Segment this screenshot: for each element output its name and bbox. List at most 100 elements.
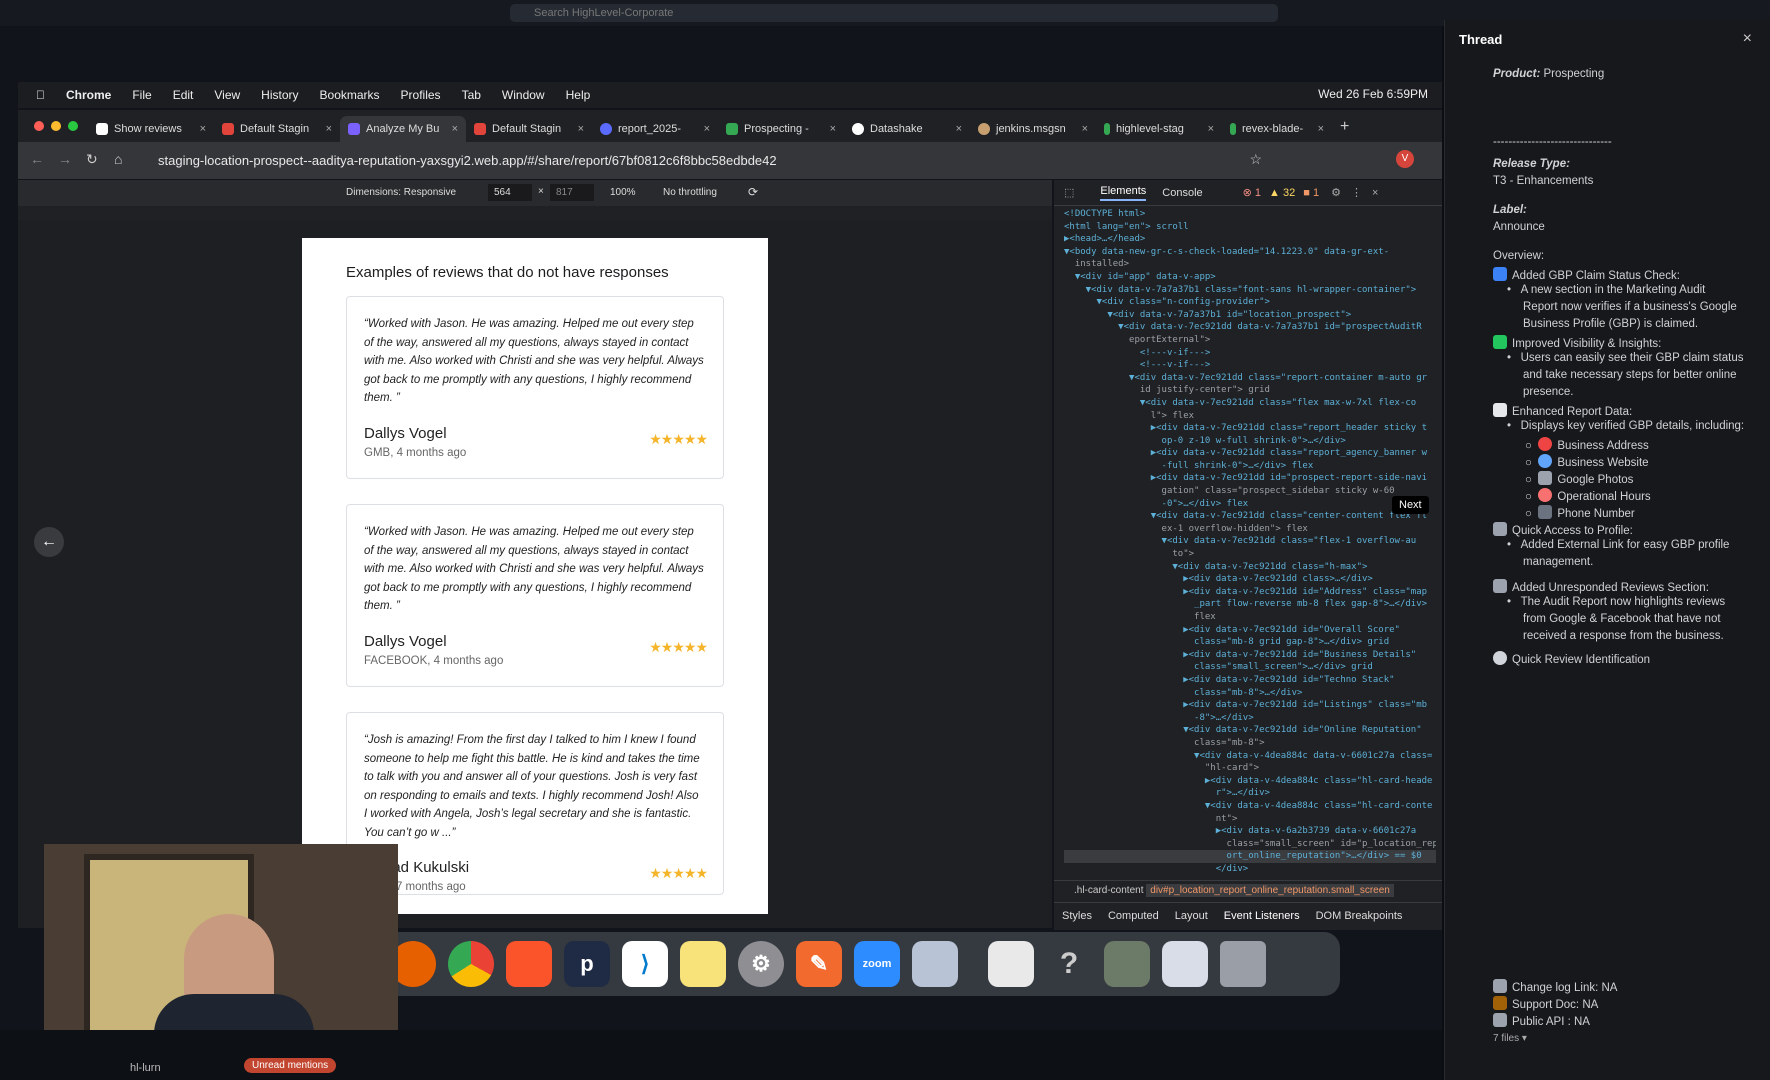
inspect-icon[interactable]: ⬚ xyxy=(1064,186,1074,199)
dom-node-line[interactable]: ▼<div id="app" data-v-app> xyxy=(1064,271,1436,284)
close-icon[interactable]: × xyxy=(452,123,458,135)
dom-node-line[interactable]: ▼<div data-v-7ec921dd data-v-7a7a37b1 id… xyxy=(1064,321,1436,334)
browser-tab[interactable]: revex-blade- × xyxy=(1222,116,1332,142)
bookmark-star-icon[interactable]: ☆ xyxy=(1249,151,1262,168)
dom-node-line[interactable]: ▶<div data-v-7ec921dd id="Listings" clas… xyxy=(1064,699,1436,712)
tab-elements[interactable]: Elements xyxy=(1100,185,1147,201)
dom-node-line[interactable]: ▼<div data-v-7ec921dd class="flex-1 over… xyxy=(1064,535,1436,548)
traffic-lights[interactable] xyxy=(18,110,88,142)
menu-tab[interactable]: Tab xyxy=(462,88,481,102)
dom-node-line[interactable]: ▼<div data-v-7a7a37b1 id="location_prosp… xyxy=(1064,309,1436,322)
profile-avatar[interactable]: V xyxy=(1396,150,1414,168)
dom-node-line[interactable]: ▶<div data-v-7ec921dd id="Business Detai… xyxy=(1064,649,1436,662)
menu-file[interactable]: File xyxy=(132,88,151,102)
dom-node-line[interactable]: r">…</div> xyxy=(1064,787,1436,800)
tab-layout[interactable]: Layout xyxy=(1175,910,1208,922)
dom-node-line[interactable]: </div> xyxy=(1064,863,1436,872)
dom-node-line[interactable]: ▼<div data-v-7ec921dd class="report-cont… xyxy=(1064,372,1436,385)
dom-node-line[interactable]: ▼<body data-new-gr-c-s-check-loaded="14.… xyxy=(1064,246,1436,259)
zoom-select[interactable]: 100% xyxy=(610,187,636,198)
browser-tab[interactable]: Default Stagin × xyxy=(214,116,340,142)
dom-node-line[interactable]: ▼<div data-v-7a7a37b1 class="font-sans h… xyxy=(1064,284,1436,297)
close-icon[interactable]: × xyxy=(956,123,962,135)
browser-tab[interactable]: Default Stagin × xyxy=(466,116,592,142)
close-icon[interactable]: × xyxy=(578,123,584,135)
width-input[interactable]: 564 xyxy=(488,184,532,201)
dom-node-line[interactable]: ▶<div data-v-7ec921dd class="report_agen… xyxy=(1064,447,1436,460)
dom-node-line[interactable]: _part flow-reverse mb-8 flex gap-8">…</d… xyxy=(1064,598,1436,611)
forward-icon[interactable]: → xyxy=(58,151,72,167)
close-icon[interactable]: × xyxy=(704,123,710,135)
dom-node-line[interactable]: class="small_screen" id="p_location_rep xyxy=(1064,838,1436,851)
dom-node-line[interactable]: ▼<div data-v-7ec921dd class="center-cont… xyxy=(1064,510,1436,523)
close-icon[interactable]: × xyxy=(1318,123,1324,135)
dom-node-line[interactable]: ▶<div data-v-7ec921dd id="Overall Score" xyxy=(1064,624,1436,637)
menu-chrome[interactable]: Chrome xyxy=(66,88,111,102)
menu-bookmarks[interactable]: Bookmarks xyxy=(320,88,380,102)
close-icon[interactable]: × xyxy=(1082,123,1088,135)
browser-tab[interactable]: Datashake × xyxy=(844,116,970,142)
dom-node-line[interactable]: ▶<div data-v-7ec921dd id="Techno Stack" xyxy=(1064,674,1436,687)
back-icon[interactable]: ← xyxy=(30,151,44,167)
dom-node-line[interactable]: class="small_screen">…</div> grid xyxy=(1064,661,1436,674)
browser-tab[interactable]: report_2025- × xyxy=(592,116,718,142)
gear-icon[interactable]: ⚙ xyxy=(1331,186,1341,199)
more-icon[interactable]: ⋮ xyxy=(1351,186,1362,199)
dom-node-line[interactable]: ▶<head>…</head> xyxy=(1064,233,1436,246)
dom-node-line[interactable]: ▼<div data-v-7ec921dd class="flex max-w-… xyxy=(1064,397,1436,410)
vscode-icon[interactable]: ⟩ xyxy=(622,941,668,987)
settings-icon[interactable]: ⚙ xyxy=(738,941,784,987)
tab-console[interactable]: Console xyxy=(1162,187,1202,199)
close-icon[interactable]: × xyxy=(1372,187,1378,199)
menubar-clock[interactable]: Wed 26 Feb 6:59PM xyxy=(1318,87,1428,101)
preview-icon[interactable] xyxy=(912,941,958,987)
photos-icon[interactable] xyxy=(1104,941,1150,987)
dom-node-line[interactable]: id justify-center"> grid xyxy=(1064,384,1436,397)
arrow-left-icon[interactable]: ← xyxy=(34,527,64,557)
dom-node-line[interactable]: ort_online_reputation">…</div> == $0 xyxy=(1064,850,1436,863)
close-icon[interactable]: × xyxy=(326,123,332,135)
menu-help[interactable]: Help xyxy=(566,88,591,102)
dom-node-line[interactable]: "hl-card"> xyxy=(1064,762,1436,775)
menu-history[interactable]: History xyxy=(261,88,298,102)
dom-node-line[interactable]: ▼<div data-v-4dea884c data-v-6601c27a cl… xyxy=(1064,750,1436,763)
close-icon[interactable]: × xyxy=(1743,30,1752,48)
error-count[interactable]: ⊗ 1 xyxy=(1243,186,1261,199)
url-input[interactable]: staging-location-prospect--aaditya-reput… xyxy=(158,153,777,168)
window-icon[interactable] xyxy=(1162,941,1208,987)
browser-tab[interactable]: jenkins.msgsn × xyxy=(970,116,1096,142)
dom-node-line[interactable]: ▶<div data-v-6a2b3739 data-v-6601c27a xyxy=(1064,825,1436,838)
dom-node-line[interactable]: op-0 z-10 w-full shrink-0">…</div> xyxy=(1064,435,1436,448)
browser-tab[interactable]: highlevel-stag × xyxy=(1096,116,1222,142)
notes-icon[interactable] xyxy=(680,941,726,987)
new-tab-button[interactable]: + xyxy=(1332,116,1357,142)
tab-dom-breakpoints[interactable]: DOM Breakpoints xyxy=(1316,910,1403,922)
rotate-icon[interactable]: ⟳ xyxy=(748,185,758,199)
dom-node-line[interactable]: -8">…</div> xyxy=(1064,712,1436,725)
dom-node-line[interactable]: ▶<div data-v-7ec921dd class="report_head… xyxy=(1064,422,1436,435)
dom-node-line[interactable]: gation" class="prospect_sidebar sticky w… xyxy=(1064,485,1436,498)
dom-node-line[interactable]: class="mb-8">…</div> xyxy=(1064,687,1436,700)
dom-node-line[interactable]: ▼<div data-v-4dea884c class="hl-card-con… xyxy=(1064,800,1436,813)
dom-tree[interactable]: <!DOCTYPE html> <html lang="en"> scroll ▶<… xyxy=(1064,208,1436,872)
dom-node-line[interactable]: class="mb-8 grid gap-8">…</div> grid xyxy=(1064,636,1436,649)
menu-window[interactable]: Window xyxy=(502,88,545,102)
menu-profiles[interactable]: Profiles xyxy=(401,88,441,102)
apple-icon[interactable]:  xyxy=(36,88,45,102)
issues-count[interactable]: ■ 1 xyxy=(1303,187,1319,199)
dom-node-line[interactable]: flex xyxy=(1064,611,1436,624)
breadcrumb-selected[interactable]: div#p_location_report_online_reputation.… xyxy=(1146,884,1394,897)
dom-node-line[interactable]: ▼<div data-v-7ec921dd class="h-max"> xyxy=(1064,561,1436,574)
throttle-select[interactable]: No throttling xyxy=(663,187,717,198)
zoom-icon[interactable]: zoom xyxy=(854,941,900,987)
close-icon[interactable]: × xyxy=(830,123,836,135)
dom-node-line[interactable]: eportExternal"> xyxy=(1064,334,1436,347)
dom-node-line[interactable]: nt"> xyxy=(1064,813,1436,826)
tab-styles[interactable]: Styles xyxy=(1062,910,1092,922)
dom-node-line[interactable]: <!DOCTYPE html> xyxy=(1064,208,1436,221)
dom-node-line[interactable]: to"> xyxy=(1064,548,1436,561)
dom-node-line[interactable]: ▼<div data-v-7ec921dd id="Online Reputat… xyxy=(1064,724,1436,737)
dom-node-line[interactable]: ▶<div data-v-7ec921dd id="Address" class… xyxy=(1064,586,1436,599)
brave-icon[interactable] xyxy=(506,941,552,987)
files-toggle[interactable]: 7 files ▾ xyxy=(1493,1033,1527,1044)
